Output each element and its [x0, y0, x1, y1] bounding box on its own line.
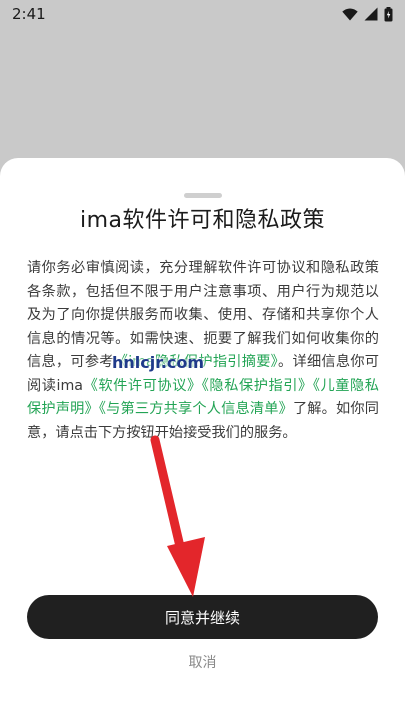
dialog-title: ima软件许可和隐私政策 [79, 208, 326, 233]
privacy-dialog: ima软件许可和隐私政策 请你务必审慎阅读，充分理解软件许可协议和隐私政策各条款… [0, 158, 405, 720]
wifi-icon [342, 8, 358, 20]
site-watermark: hnlcjr.com [112, 353, 205, 372]
cancel-button[interactable]: 取消 [0, 652, 405, 672]
status-time: 2:41 [12, 5, 46, 23]
drag-handle[interactable] [184, 193, 222, 198]
signal-icon [364, 7, 378, 21]
status-icons [342, 6, 393, 22]
battery-icon [384, 6, 393, 21]
link-third-party-list[interactable]: 《与第三方共享个人信息清单》 [99, 401, 293, 417]
status-bar: 2:41 [0, 0, 405, 28]
dialog-body: 请你务必审慎阅读，充分理解软件许可协议和隐私政策各条款，包括但不限于用户注意事项… [27, 257, 379, 445]
link-privacy-guide[interactable]: 《隐私保护指引》 [202, 378, 313, 394]
agree-continue-button[interactable]: 同意并继续 [27, 595, 378, 639]
link-software-license[interactable]: 《软件许可协议》 [83, 378, 202, 394]
